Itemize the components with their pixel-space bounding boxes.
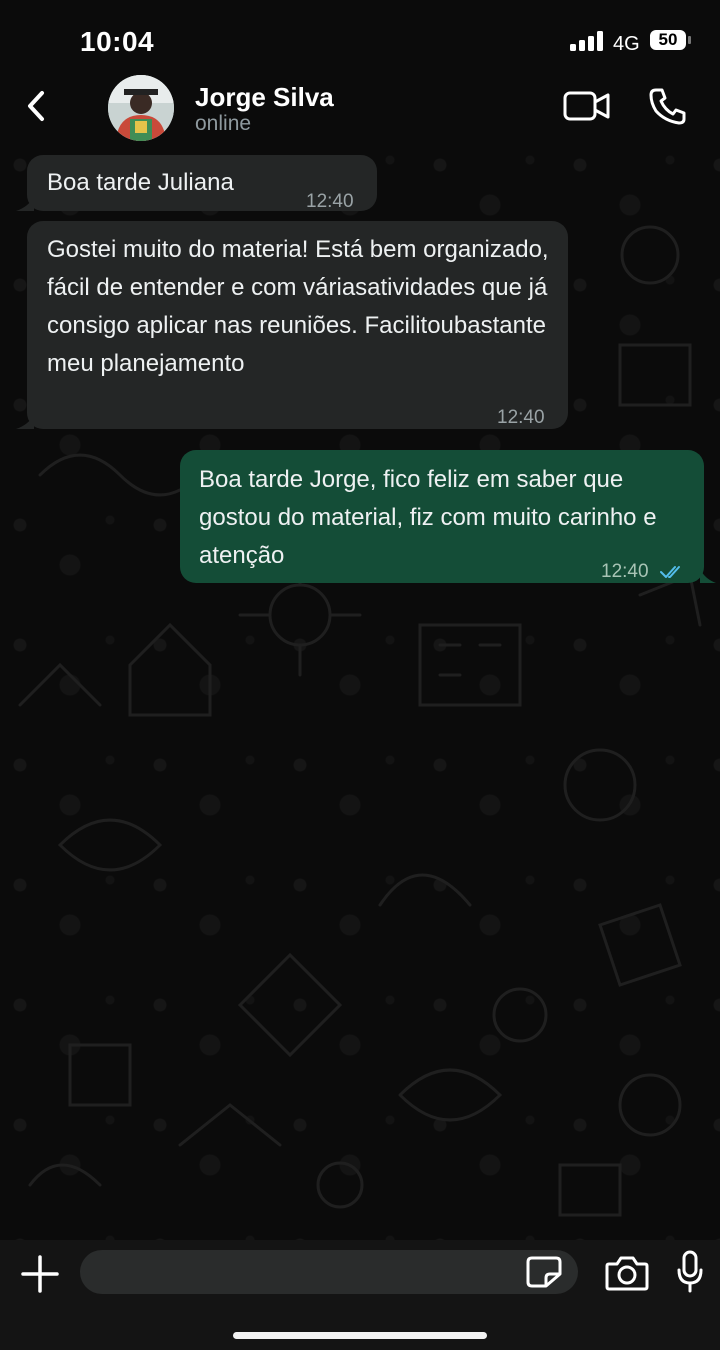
status-time: 10:04 xyxy=(80,26,155,57)
phone-icon[interactable] xyxy=(648,86,688,126)
message-bubble-outgoing[interactable]: Boa tarde Jorge, fico feliz em saber que… xyxy=(180,450,704,583)
battery-icon: 50 xyxy=(650,30,692,52)
avatar-image xyxy=(108,75,174,141)
message-meta: 12:40 xyxy=(601,553,686,591)
network-type: 4G xyxy=(613,33,640,55)
message-text: Boa tarde Juliana xyxy=(47,169,234,196)
message-time: 12:40 xyxy=(601,561,649,582)
composer-bar xyxy=(0,1240,720,1350)
chat-header: Jorge Silva online xyxy=(0,70,720,145)
contact-name[interactable]: Jorge Silva xyxy=(195,82,334,113)
home-indicator xyxy=(233,1332,487,1339)
chat-area[interactable]: Boa tarde Juliana 12:40 Gostei muito do … xyxy=(0,145,720,1240)
microphone-icon[interactable] xyxy=(676,1250,704,1294)
contact-status: online xyxy=(195,112,252,135)
double-check-icon xyxy=(659,565,680,578)
status-bar: 10:04 4G 50 xyxy=(0,0,720,80)
message-bubble-incoming[interactable]: Boa tarde Juliana 12:40 xyxy=(27,155,377,212)
message-text: Gostei muito do materia! Está bem organi… xyxy=(47,236,549,377)
video-call-icon[interactable] xyxy=(562,88,612,124)
avatar[interactable] xyxy=(108,75,174,141)
battery-level: 50 xyxy=(650,30,686,50)
message-bubble-incoming[interactable]: Gostei muito do materia! Está bem organi… xyxy=(27,221,568,429)
camera-icon[interactable] xyxy=(605,1254,649,1292)
bubble-tail xyxy=(700,569,716,583)
chevron-left-icon[interactable] xyxy=(22,88,52,124)
message-time: 12:40 xyxy=(306,191,354,212)
plus-icon[interactable] xyxy=(20,1254,60,1294)
bubble-tail xyxy=(16,197,34,211)
bubble-tail xyxy=(16,415,34,429)
message-input[interactable] xyxy=(80,1250,578,1294)
message-time: 12:40 xyxy=(497,407,545,428)
sticker-icon[interactable] xyxy=(526,1256,562,1288)
cellular-signal-icon xyxy=(570,31,603,51)
battery-tip xyxy=(688,36,691,44)
